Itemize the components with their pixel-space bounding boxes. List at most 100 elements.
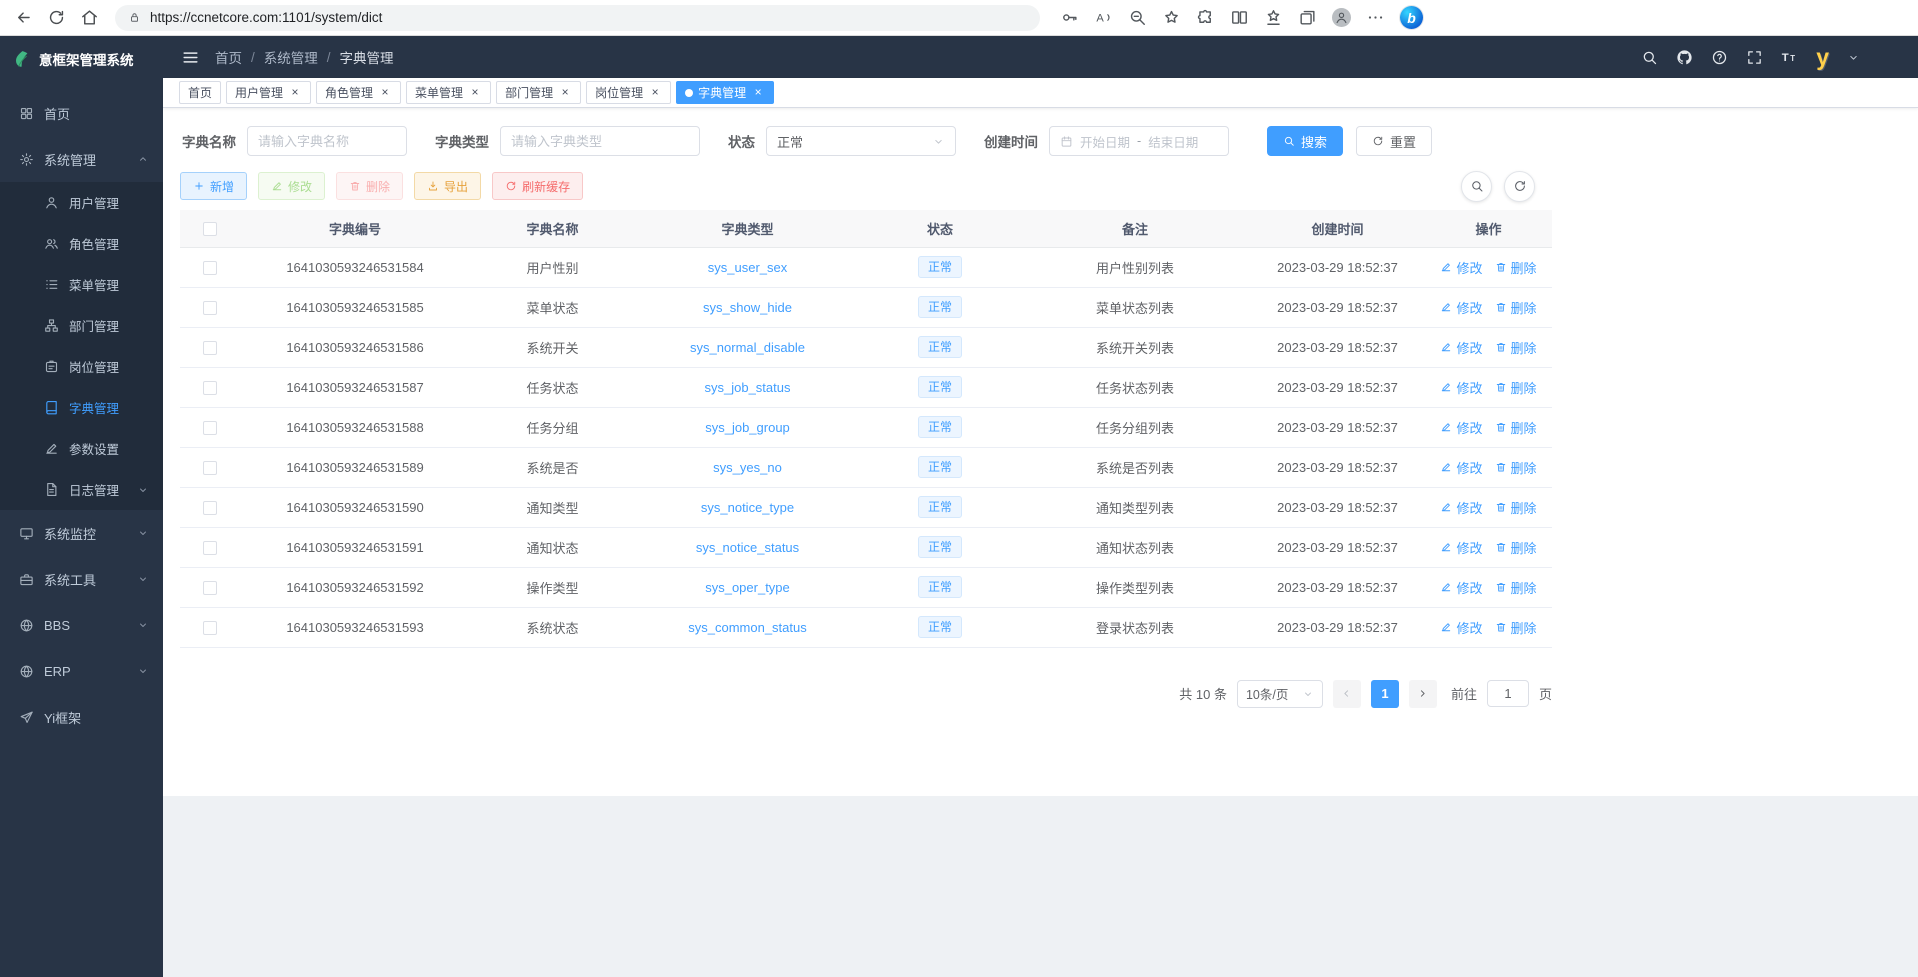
dict-type-link[interactable]: sys_common_status [688,620,807,635]
read-aloud-icon[interactable]: A [1094,8,1113,27]
dict-type-link[interactable]: sys_notice_type [701,500,794,515]
sidebar-item-dict-management[interactable]: 字典管理 [0,387,163,428]
row-delete-button[interactable]: 删除 [1495,458,1537,477]
profile-icon[interactable] [1332,8,1351,27]
url-text[interactable]: https://ccnetcore.com:1101/system/dict [150,10,382,25]
close-icon[interactable]: × [378,86,392,100]
tab-role-management[interactable]: 角色管理× [316,81,401,104]
extensions-icon[interactable] [1196,8,1215,27]
sidebar-item-user-management[interactable]: 用户管理 [0,182,163,223]
row-checkbox[interactable] [203,501,217,515]
row-checkbox[interactable] [203,621,217,635]
status-select[interactable]: 正常 [766,126,956,156]
dict-type-link[interactable]: sys_normal_disable [690,340,805,355]
page-number-button[interactable]: 1 [1371,680,1399,708]
close-icon[interactable]: × [751,86,765,100]
prev-page-button[interactable] [1333,680,1361,708]
collections-icon[interactable] [1298,8,1317,27]
row-delete-button[interactable]: 删除 [1495,418,1537,437]
sidebar-item-menu-management[interactable]: 菜单管理 [0,264,163,305]
edit-button[interactable]: 修改 [258,172,325,200]
row-edit-button[interactable]: 修改 [1440,538,1482,557]
export-button[interactable]: 导出 [414,172,481,200]
address-bar[interactable]: https://ccnetcore.com:1101/system/dict [115,5,1040,31]
search-button[interactable]: 搜索 [1267,126,1343,156]
dict-type-link[interactable]: sys_show_hide [703,300,792,315]
refresh-cache-button[interactable]: 刷新缓存 [492,172,583,200]
breadcrumb-item[interactable]: 系统管理 [264,47,318,67]
search-icon[interactable] [1641,49,1658,66]
row-edit-button[interactable]: 修改 [1440,498,1482,517]
favorites-bar-icon[interactable] [1264,8,1283,27]
dict-type-link[interactable]: sys_oper_type [705,580,790,595]
close-icon[interactable]: × [288,86,302,100]
row-checkbox[interactable] [203,341,217,355]
row-delete-button[interactable]: 删除 [1495,618,1537,637]
delete-button[interactable]: 删除 [336,172,403,200]
favorite-add-icon[interactable] [1162,8,1181,27]
row-delete-button[interactable]: 删除 [1495,498,1537,517]
tab-dept-management[interactable]: 部门管理× [496,81,581,104]
magnifier-button[interactable] [1461,171,1492,202]
page-size-select[interactable]: 10条/页 [1237,680,1323,708]
tab-home[interactable]: 首页 [179,81,221,104]
row-checkbox[interactable] [203,461,217,475]
bing-icon[interactable]: b [1400,6,1423,29]
add-button[interactable]: 新增 [180,172,247,200]
tab-dict-management[interactable]: 字典管理× [676,81,774,104]
sidebar-item-system-tools[interactable]: 系统工具 [0,556,163,602]
row-checkbox[interactable] [203,541,217,555]
sidebar-item-system-management[interactable]: 系统管理 [0,136,163,182]
sidebar-item-post-management[interactable]: 岗位管理 [0,346,163,387]
dict-type-link[interactable]: sys_notice_status [696,540,799,555]
row-edit-button[interactable]: 修改 [1440,458,1482,477]
row-delete-button[interactable]: 删除 [1495,258,1537,277]
key-icon[interactable] [1060,8,1079,27]
row-edit-button[interactable]: 修改 [1440,618,1482,637]
sidebar-item-dept-management[interactable]: 部门管理 [0,305,163,346]
select-all-checkbox[interactable] [203,222,217,236]
date-range-picker[interactable]: 开始日期 - 结束日期 [1049,126,1229,156]
zoom-out-icon[interactable] [1128,8,1147,27]
text-size-icon[interactable]: TT [1781,49,1798,66]
row-checkbox[interactable] [203,381,217,395]
more-icon[interactable] [1366,8,1385,27]
row-edit-button[interactable]: 修改 [1440,298,1482,317]
question-icon[interactable] [1711,49,1728,66]
sidebar-item-log-management[interactable]: 日志管理 [0,469,163,510]
tab-user-management[interactable]: 用户管理× [226,81,311,104]
sidebar-item-param-settings[interactable]: 参数设置 [0,428,163,469]
row-checkbox[interactable] [203,581,217,595]
row-edit-button[interactable]: 修改 [1440,578,1482,597]
github-icon[interactable] [1676,49,1693,66]
row-delete-button[interactable]: 删除 [1495,378,1537,397]
reset-button[interactable]: 重置 [1356,126,1432,156]
caret-down-icon[interactable] [1847,51,1860,64]
dict-type-link[interactable]: sys_user_sex [708,260,787,275]
dict-type-input[interactable] [511,134,689,149]
row-edit-button[interactable]: 修改 [1440,338,1482,357]
dict-type-link[interactable]: sys_job_status [705,380,791,395]
goto-page-input[interactable] [1487,680,1529,707]
row-edit-button[interactable]: 修改 [1440,378,1482,397]
row-checkbox[interactable] [203,301,217,315]
dict-type-link[interactable]: sys_job_group [705,420,790,435]
back-icon[interactable] [14,8,33,27]
close-icon[interactable]: × [468,86,482,100]
split-screen-icon[interactable] [1230,8,1249,27]
breadcrumb-item[interactable]: 首页 [215,47,242,67]
sidebar-item-erp[interactable]: ERP [0,648,163,694]
yi-logo[interactable]: y [1816,46,1829,69]
row-edit-button[interactable]: 修改 [1440,258,1482,277]
row-checkbox[interactable] [203,261,217,275]
dict-type-link[interactable]: sys_yes_no [713,460,782,475]
sidebar-item-role-management[interactable]: 角色管理 [0,223,163,264]
refresh-icon[interactable] [47,8,66,27]
row-edit-button[interactable]: 修改 [1440,418,1482,437]
home-icon[interactable] [80,8,99,27]
hamburger-icon[interactable] [181,48,200,67]
close-icon[interactable]: × [648,86,662,100]
app-logo[interactable]: 意框架管理系统 [0,36,163,82]
sidebar-item-yi-framework[interactable]: Yi框架 [0,694,163,740]
row-delete-button[interactable]: 删除 [1495,538,1537,557]
